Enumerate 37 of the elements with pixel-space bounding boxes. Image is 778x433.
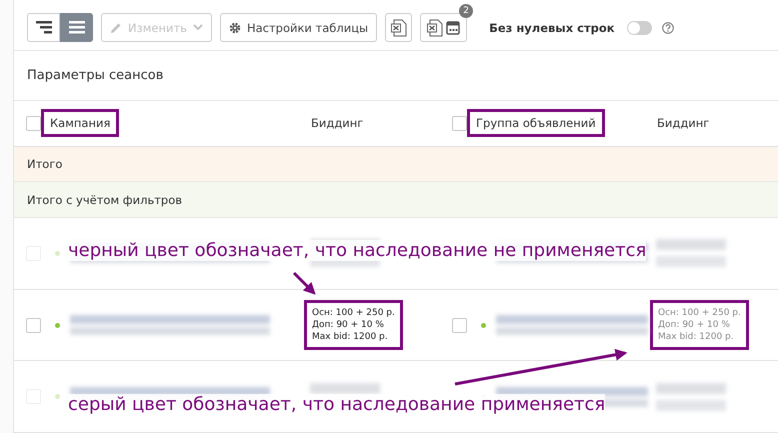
bidding-values: Осн: 100 + 250 р. Доп: 90 + 10 % Max bid: 1200 р.: [650, 300, 749, 350]
status-dot: [55, 394, 60, 400]
scheduled-export-button[interactable]: [420, 13, 468, 42]
annotation-text: черный цвет обозначает, что наследование не применяется: [68, 240, 646, 261]
calendar-icon: [446, 20, 460, 35]
row-checkbox[interactable]: [452, 318, 467, 333]
column-header: Кампания: [41, 109, 120, 138]
select-all-checkbox[interactable]: [452, 116, 467, 131]
toggle-label: Без нулевых строк: [489, 20, 615, 34]
gear-icon: [228, 22, 241, 34]
table-settings-button[interactable]: Настройки таблицы: [220, 13, 378, 42]
filtered-total-label: Итого с учётом фильтров: [27, 192, 182, 207]
tree-list-icon: [36, 21, 52, 34]
excel-export-button[interactable]: [385, 13, 412, 42]
tree-view-button[interactable]: [27, 13, 60, 42]
annotation-text: серый цвет обозначает, что наследование применяется: [68, 394, 606, 415]
toggle-switch[interactable]: [626, 20, 652, 34]
list-view-button[interactable]: [60, 13, 93, 42]
status-dot: [55, 250, 60, 256]
column-header: Группа объявлений: [467, 109, 605, 138]
spreadsheet-file-icon: [427, 18, 444, 36]
select-all-checkbox[interactable]: [26, 116, 41, 131]
status-dot: [55, 322, 60, 328]
caret-icon: [192, 24, 203, 31]
bidding-values: Осн: 100 + 250 р. Доп: 90 + 10 % Max bid: 1200 р.: [304, 300, 403, 350]
pencil-icon: [110, 22, 122, 34]
total-row-label: Итого: [27, 156, 62, 171]
column-header: Биддинг: [310, 115, 364, 132]
row-checkbox[interactable]: [26, 318, 41, 333]
annotation-arrow: [292, 272, 316, 295]
panel-title: Параметры сеансов: [27, 68, 164, 83]
help-icon[interactable]: [662, 22, 674, 34]
spreadsheet-file-icon: [390, 18, 407, 36]
column-header: Биддинг: [656, 115, 710, 132]
list-icon: [68, 21, 84, 34]
status-dot: [481, 322, 486, 328]
count-badge: 2: [459, 4, 474, 18]
